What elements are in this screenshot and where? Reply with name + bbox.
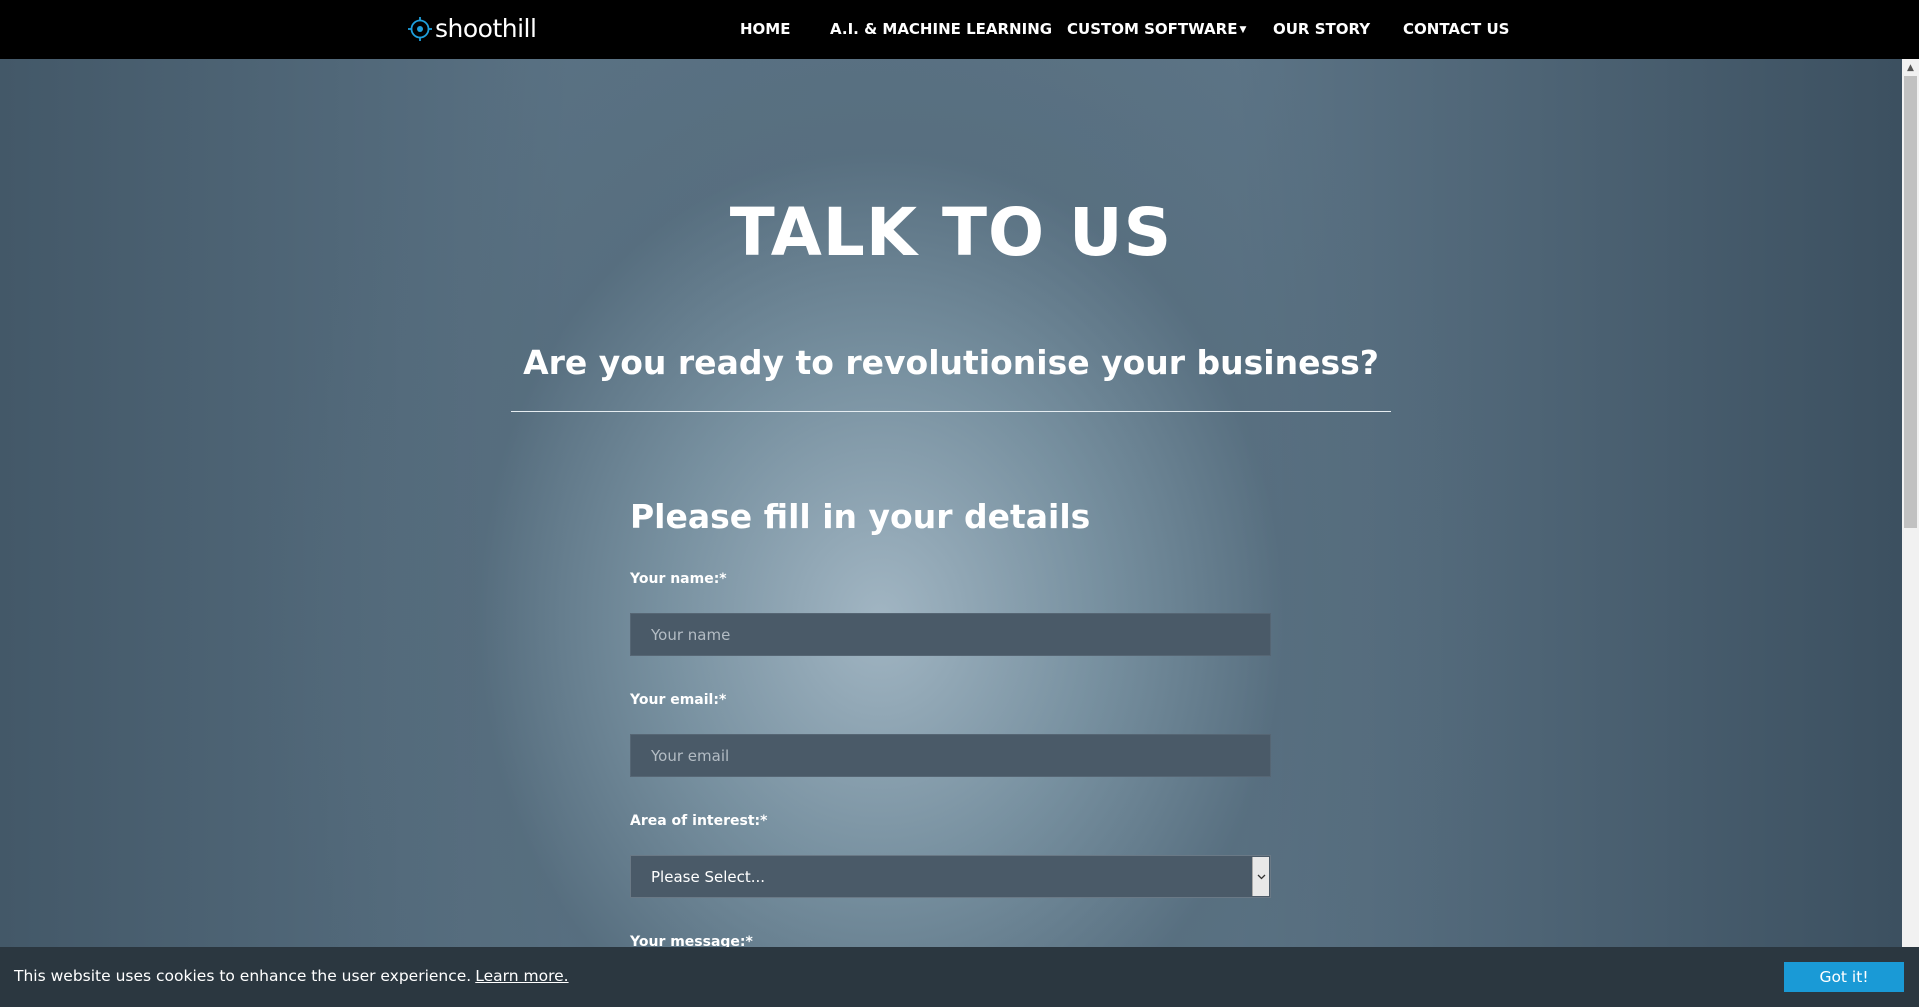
- got-it-button[interactable]: Got it!: [1784, 962, 1904, 992]
- email-label: Your email:*: [630, 692, 727, 708]
- cookie-message: This website uses cookies to enhance the…: [14, 967, 569, 985]
- top-navigation: shoothill HOME A.I. & MACHINE LEARNING C…: [0, 0, 1919, 59]
- nav-custom-software[interactable]: CUSTOM SOFTWARE ▼: [1067, 20, 1246, 38]
- logo-text: shoothill: [435, 14, 537, 43]
- form-heading: Please fill in your details: [630, 497, 1091, 536]
- scrollbar[interactable]: ▲: [1902, 59, 1919, 1007]
- scrollbar-thumb[interactable]: [1904, 76, 1917, 528]
- section-divider: [511, 411, 1391, 412]
- name-input[interactable]: [630, 613, 1271, 656]
- nav-ai-machine-learning[interactable]: A.I. & MACHINE LEARNING: [830, 20, 1052, 38]
- page-subtitle: Are you ready to revolutionise your busi…: [523, 343, 1379, 382]
- nav-our-story[interactable]: OUR STORY: [1273, 20, 1370, 38]
- learn-more-link[interactable]: Learn more.: [475, 967, 568, 985]
- interest-select-value: Please Select...: [651, 868, 766, 886]
- page-title: TALK TO US: [729, 194, 1173, 271]
- email-input[interactable]: [630, 734, 1271, 777]
- nav-home[interactable]: HOME: [740, 20, 790, 38]
- name-label: Your name:*: [630, 571, 727, 587]
- nav-custom-software-label: CUSTOM SOFTWARE: [1067, 20, 1238, 38]
- nav-contact-us[interactable]: CONTACT US: [1403, 20, 1509, 38]
- cookie-text: This website uses cookies to enhance the…: [14, 967, 472, 985]
- crosshair-icon: [408, 16, 432, 41]
- logo[interactable]: shoothill: [407, 14, 537, 43]
- caret-down-icon: ▼: [1239, 25, 1247, 35]
- interest-label: Area of interest:*: [630, 813, 768, 829]
- cookie-banner: This website uses cookies to enhance the…: [0, 947, 1919, 1007]
- chevron-down-icon[interactable]: [1252, 857, 1269, 896]
- interest-select[interactable]: Please Select...: [630, 855, 1271, 898]
- scroll-up-icon[interactable]: ▲: [1902, 59, 1919, 76]
